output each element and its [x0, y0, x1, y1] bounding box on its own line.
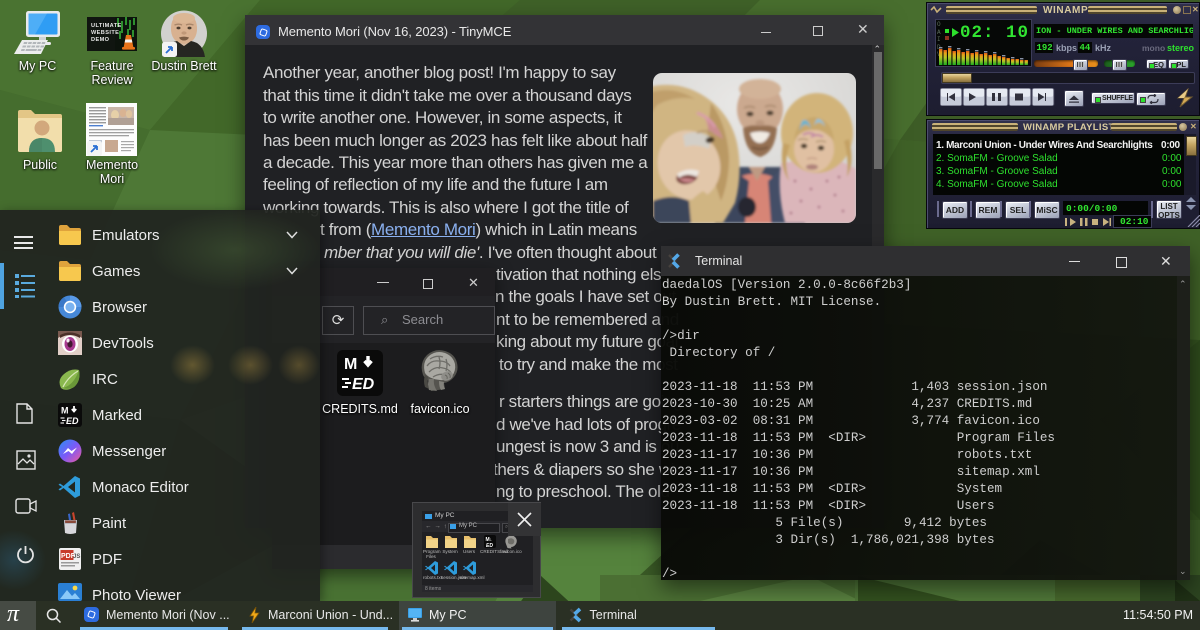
svg-text:M: M — [344, 356, 357, 373]
svg-text:DEMO: DEMO — [91, 37, 110, 43]
svg-text:ED: ED — [352, 376, 375, 393]
svg-text:ULTIMATE: ULTIMATE — [91, 23, 122, 29]
svg-text:WEBSITE: WEBSITE — [91, 30, 119, 36]
svg-text:ED: ED — [66, 416, 79, 426]
svg-text:JS: JS — [73, 554, 80, 560]
svg-text:M: M — [61, 406, 69, 416]
